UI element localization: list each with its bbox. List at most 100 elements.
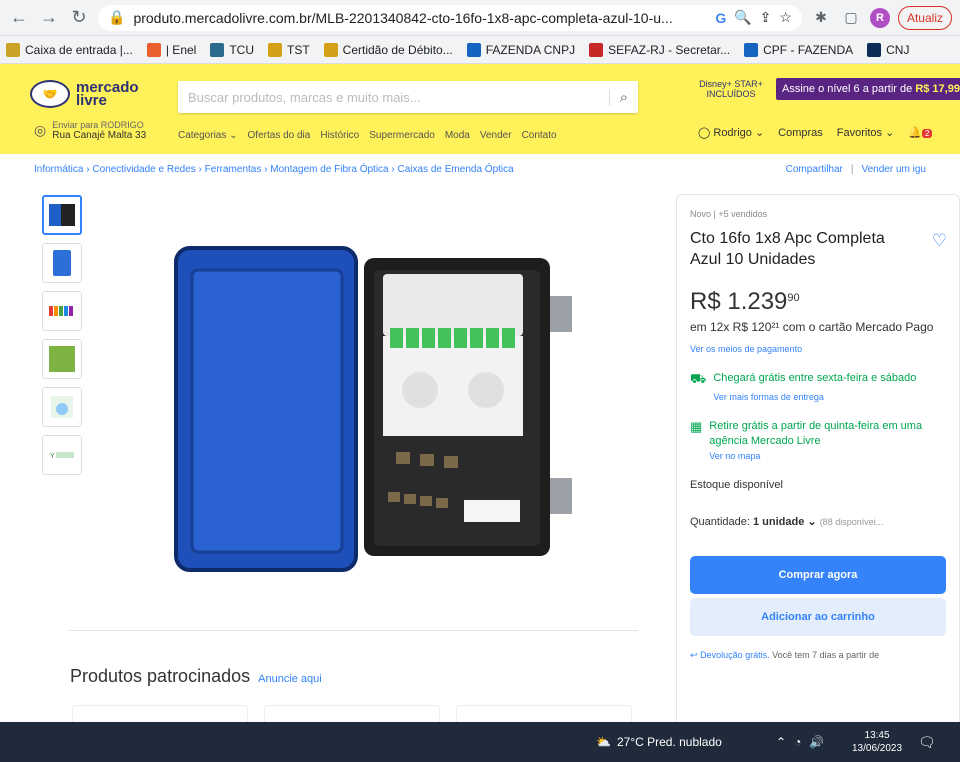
weather-text: 27°C Pred. nublado bbox=[616, 735, 722, 749]
price: R$ 1.23990 bbox=[690, 288, 946, 316]
purchases-link[interactable]: Compras bbox=[778, 127, 823, 139]
share-icon[interactable]: ⇪ bbox=[760, 9, 772, 26]
shipping-text: Chegará grátis entre sexta-feira e sábad… bbox=[713, 372, 917, 384]
user-name: Rodrigo ⌄ bbox=[713, 127, 765, 139]
pickup-info: ▦ Retire grátis a partir de quinta-feira… bbox=[690, 419, 946, 461]
quantity-available: (88 disponívei... bbox=[819, 517, 884, 527]
promo-button[interactable]: Assine o nível 6 a partir de R$ 17,99 bbox=[776, 78, 960, 100]
map-link[interactable]: Ver no mapa bbox=[709, 451, 946, 461]
promo-text: Assine o nível 6 a partir de bbox=[782, 83, 913, 95]
delivery-address[interactable]: ◎ Enviar para RODRIGO Rua Canajé Malta 3… bbox=[34, 120, 146, 141]
sell-similar-link[interactable]: Vender um igu bbox=[862, 164, 927, 175]
thumbnail-list: Y bbox=[42, 195, 82, 475]
thumbnail-2[interactable] bbox=[42, 243, 82, 283]
shipping-options-link[interactable]: Ver mais formas de entrega bbox=[713, 392, 916, 402]
notification-center-icon[interactable]: 🗨 bbox=[918, 734, 936, 751]
thumbnail-6[interactable]: Y bbox=[42, 435, 82, 475]
product-gallery-area: Y Produtos patrocinados Anuncie aqui bbox=[30, 190, 650, 745]
thumbnail-4[interactable] bbox=[42, 339, 82, 379]
share-link[interactable]: Compartilhar bbox=[786, 164, 843, 175]
google-icon[interactable]: G bbox=[715, 10, 726, 26]
bell-icon: 🔔 bbox=[908, 127, 923, 139]
returns-text: Você tem 7 dias a partir de bbox=[772, 650, 880, 660]
favorites-link[interactable]: Favoritos ⌄ bbox=[837, 126, 895, 139]
breadcrumb-separator: › bbox=[388, 163, 398, 175]
nav-link[interactable]: Contato bbox=[522, 130, 557, 141]
sidepanel-icon[interactable]: ▢ bbox=[840, 7, 862, 29]
promo-price: R$ 17,99 bbox=[915, 83, 960, 95]
cloud-sun-icon: ⛅ bbox=[596, 735, 611, 749]
url-text[interactable]: produto.mercadolivre.com.br/MLB-22013408… bbox=[133, 10, 707, 26]
bookmarks-bar: Caixa de entrada |... | Enel TCU TST Certidã… bbox=[0, 36, 960, 64]
breadcrumb-item[interactable]: Ferramentas bbox=[205, 164, 262, 175]
nav-link[interactable]: Ofertas do dia bbox=[248, 130, 311, 141]
bookmark-item[interactable]: FAZENDA CNPJ bbox=[466, 42, 575, 57]
breadcrumb-item[interactable]: Conectividade e Redes bbox=[92, 164, 195, 175]
breadcrumb-item[interactable]: Caixas de Emenda Óptica bbox=[398, 164, 514, 175]
clock[interactable]: 13:45 13/06/2023 bbox=[852, 729, 902, 755]
breadcrumb-item[interactable]: Informática bbox=[34, 164, 83, 175]
breadcrumb-separator: › bbox=[195, 163, 205, 175]
bookmark-item[interactable]: CNJ bbox=[867, 42, 910, 57]
notification-badge: 2 bbox=[922, 129, 933, 138]
user-menu[interactable]: ◯ Rodrigo ⌄ bbox=[698, 126, 764, 139]
payment-methods-link[interactable]: Ver os meios de pagamento bbox=[690, 344, 946, 354]
search-input[interactable]: Buscar produtos, marcas e muito mais... … bbox=[178, 81, 638, 113]
bookmark-item[interactable]: CPF - FAZENDA bbox=[744, 42, 854, 57]
nav-link[interactable]: Vender bbox=[480, 130, 512, 141]
buy-now-button[interactable]: Comprar agora bbox=[690, 556, 946, 594]
free-returns-link[interactable]: Devolução grátis. bbox=[700, 650, 770, 660]
bookmark-label: Caixa de entrada |... bbox=[25, 42, 133, 57]
location-pin-icon: ◎ bbox=[34, 122, 47, 138]
bookmark-item[interactable]: TST bbox=[268, 42, 310, 57]
advertise-link[interactable]: Anuncie aqui bbox=[258, 673, 322, 685]
return-icon: ↩ bbox=[690, 650, 698, 660]
update-button[interactable]: Atualiz bbox=[897, 5, 952, 30]
extensions-icon[interactable]: ✱ bbox=[810, 7, 832, 29]
reload-icon[interactable]: ↻ bbox=[68, 7, 90, 29]
bookmark-item[interactable]: Certidão de Débito... bbox=[323, 42, 453, 57]
nav-link[interactable]: Histórico bbox=[320, 130, 359, 141]
thumbnail-1[interactable] bbox=[42, 195, 82, 235]
system-tray: ⌃ ◔ 🔊 bbox=[776, 735, 824, 749]
nav-link[interactable]: Categorias ⌄ bbox=[178, 130, 238, 141]
thumbnail-5[interactable] bbox=[42, 387, 82, 427]
profile-avatar[interactable]: R bbox=[869, 7, 890, 28]
lock-icon: 🔒 bbox=[108, 9, 126, 25]
wifi-icon[interactable]: ◔ bbox=[794, 735, 801, 749]
bookmark-favicon-icon bbox=[323, 42, 338, 57]
favorite-heart-icon[interactable]: ♡ bbox=[932, 231, 947, 251]
nav-link[interactable]: Moda bbox=[445, 130, 470, 141]
quantity-selector[interactable]: Quantidade: 1 unidade ⌄ (88 disponívei..… bbox=[690, 515, 946, 528]
breadcrumb-item[interactable]: Montagem de Fibra Óptica bbox=[270, 164, 388, 175]
bookmark-label: SEFAZ-RJ - Secretar... bbox=[608, 42, 731, 57]
bookmark-label: CNJ bbox=[886, 42, 910, 57]
bookmark-favicon-icon bbox=[6, 42, 20, 57]
bookmark-favicon-icon bbox=[268, 42, 282, 57]
add-to-cart-button[interactable]: Adicionar ao carrinho bbox=[690, 598, 946, 636]
volume-icon[interactable]: 🔊 bbox=[809, 735, 824, 749]
chevron-up-icon[interactable]: ⌃ bbox=[776, 735, 786, 749]
back-icon[interactable]: ← bbox=[8, 7, 30, 29]
address-line2: Rua Canajé Malta 33 bbox=[52, 130, 147, 141]
bookmark-label: CPF - FAZENDA bbox=[763, 42, 854, 57]
bookmark-item[interactable]: SEFAZ-RJ - Secretar... bbox=[589, 42, 731, 57]
product-image[interactable] bbox=[168, 240, 578, 580]
forward-icon[interactable]: → bbox=[38, 7, 60, 29]
address-bar[interactable]: 🔒 produto.mercadolivre.com.br/MLB-220134… bbox=[98, 4, 802, 31]
quantity-value[interactable]: 1 unidade ⌄ bbox=[753, 516, 817, 528]
bookmark-item[interactable]: TCU bbox=[210, 42, 254, 57]
nav-link[interactable]: Supermercado bbox=[369, 130, 435, 141]
notifications-bell[interactable]: 🔔 2 bbox=[908, 126, 933, 139]
buy-box: Novo | +5 vendidos Cto 16fo 1x8 Apc Comp… bbox=[676, 194, 960, 734]
bookmark-item[interactable]: Caixa de entrada |... bbox=[6, 42, 133, 57]
mercadolivre-logo[interactable]: 🤝 mercado livre bbox=[30, 80, 139, 108]
promo-banner[interactable]: Disney+ STAR+ INCLUÍDOS Assine o nível 6… bbox=[690, 78, 960, 100]
zoom-icon[interactable]: 🔍 bbox=[734, 9, 751, 26]
bookmark-star-icon[interactable]: ☆ bbox=[779, 9, 792, 26]
bookmark-item[interactable]: | Enel bbox=[146, 42, 196, 57]
thumbnail-3[interactable] bbox=[42, 291, 82, 331]
address-line1: Enviar para RODRIGO bbox=[52, 120, 144, 130]
search-icon[interactable]: ⌕ bbox=[608, 88, 628, 106]
weather-widget[interactable]: ⛅ 27°C Pred. nublado bbox=[596, 735, 722, 749]
